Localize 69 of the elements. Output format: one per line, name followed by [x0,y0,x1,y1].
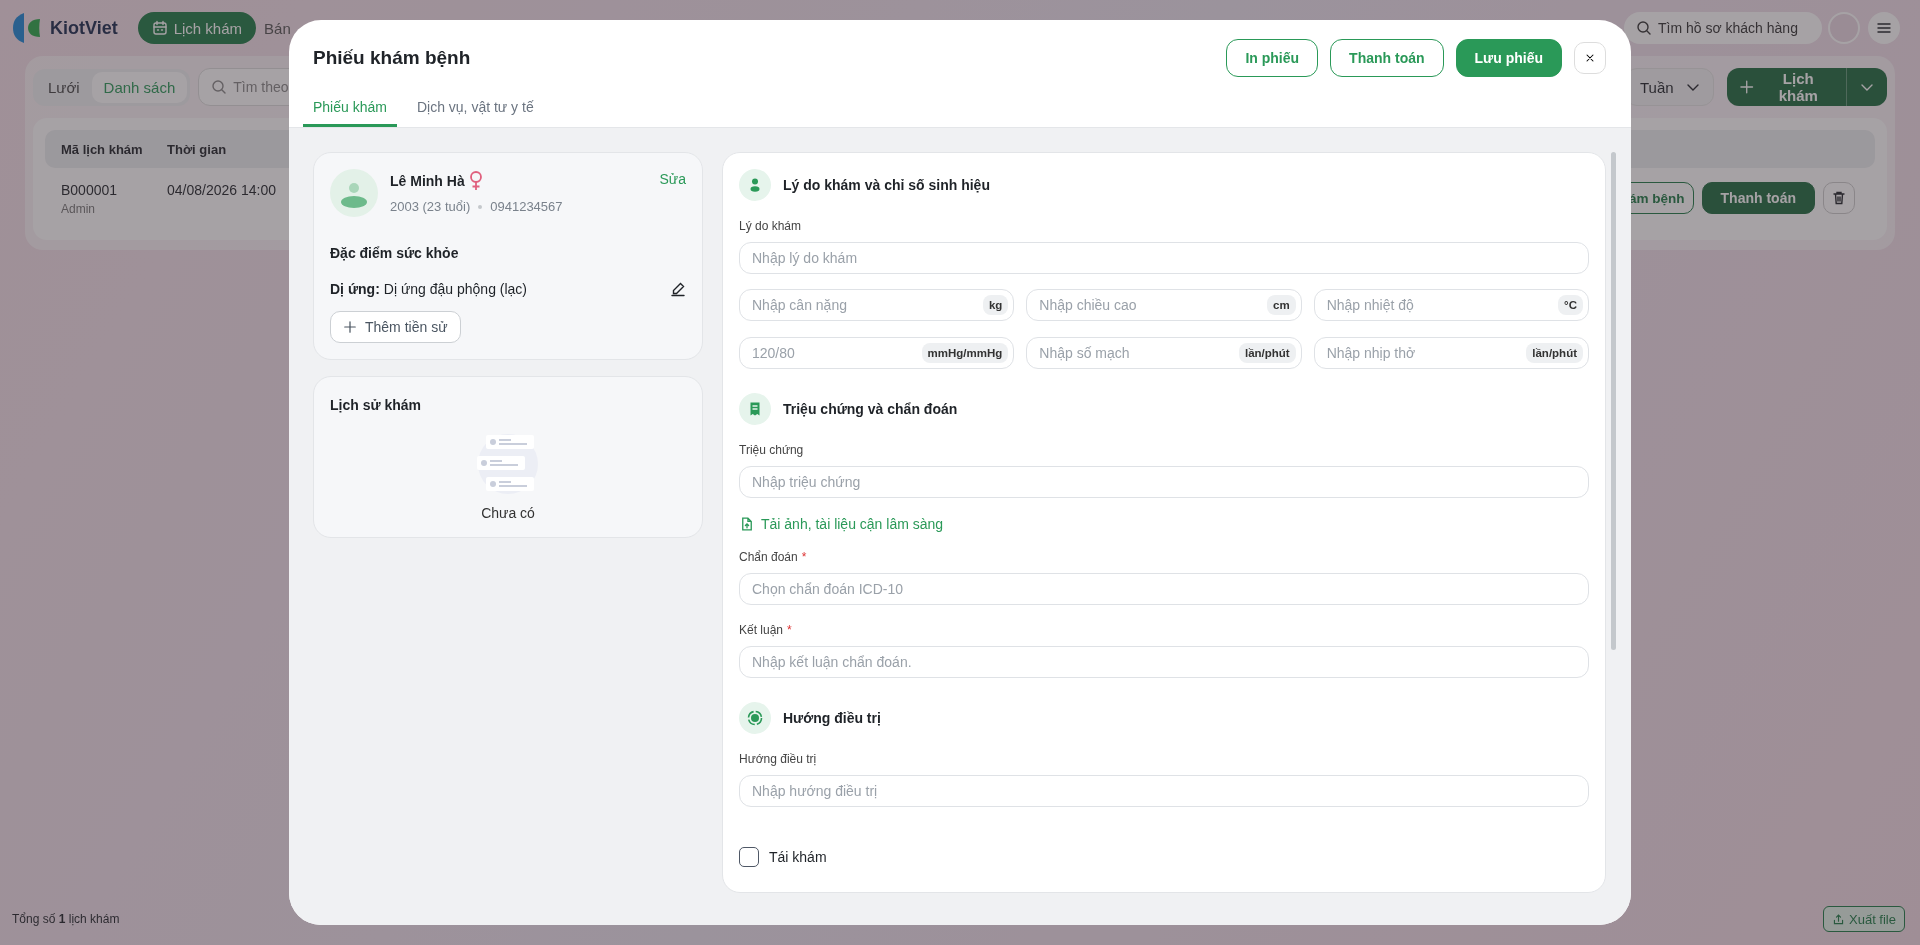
column-header: Mã lịch khám [61,141,144,157]
row-action-button[interactable]: Thanh toán [1701,182,1815,214]
customer-search-field[interactable]: Tìm hồ sơ khách hàng [1624,12,1822,44]
edit-link[interactable]: Sửa [659,171,686,187]
pencil-icon [670,281,686,297]
delete-button[interactable] [1823,182,1855,214]
dialog-tab[interactable]: Dịch vụ, vật tư y tế [406,89,544,127]
section-title: Hướng điều trị [783,710,881,726]
export-icon [1832,912,1845,926]
section-title: Đặc điểm sức khỏe [330,245,460,261]
dialog-action-button[interactable]: In phiếu [1226,38,1319,77]
upload-link[interactable]: Tải ảnh, tài liệu cận lâm sàng [739,516,944,532]
plus-icon [1739,79,1755,95]
section-title: Lịch sử khám [330,397,423,413]
text-input[interactable]: Nhập kết luận chẩn đoán. [739,646,1589,678]
search-icon [211,79,228,95]
search-icon [1636,20,1652,36]
checkbox-label: Tái khám [769,849,827,865]
text-input[interactable]: Nhập hướng điều trị [739,775,1589,807]
nav-tab[interactable]: Lịch khám [137,12,257,44]
section-title: Triệu chứng và chẩn đoán [783,401,958,417]
view-toggle-option[interactable]: Danh sách [91,71,188,103]
menu-icon [1876,20,1892,36]
table-cell: 04/08/2026 14:00 [167,182,276,198]
dialog-action-button[interactable]: Lưu phiếu [1455,38,1562,77]
female-symbol-icon [468,171,483,191]
text-input[interactable]: Nhập triệu chứng [739,466,1589,498]
column-header: Thời gian [167,141,227,157]
empty-state-text: Chưa có [481,505,535,521]
file-upload-icon [739,516,755,532]
field-label: Hướng điều trị [739,752,817,766]
required-mark: * [787,623,792,637]
patient-birth-year: 2003 (23 tuổi) [390,199,471,214]
field-label: Lý do khám [739,219,802,233]
patient-phone: 0941234567 [490,199,563,214]
field-label: Chẩn đoán [739,550,798,564]
scrollbar[interactable] [1611,152,1616,650]
table-cell-text: B000001 [61,182,119,198]
nav-tab[interactable]: Bán [264,12,291,44]
target-icon [739,702,771,734]
allergy-text: Dị ứng: Dị ứng đậu phộng (lạc) [330,281,528,297]
export-button[interactable]: Xuất file [1823,906,1905,932]
field-label: Triệu chứng [739,443,804,457]
menu-button[interactable] [1868,12,1900,44]
patient-name: Lê Minh Hà [390,173,465,189]
field-label: Kết luận [739,623,784,637]
document-icon [739,393,771,425]
add-history-button[interactable]: Thêm tiền sử [330,311,461,343]
unit-label: mmHg/mmHg [921,343,1009,363]
trash-icon [1831,190,1847,206]
plus-icon [343,320,357,334]
person-icon [739,169,771,201]
unit-label: cm [1267,295,1296,315]
text-input[interactable]: Chọn chẩn đoán ICD-10 [739,573,1589,605]
table-cell-text: Admin [61,202,96,216]
view-toggle-option[interactable]: Lưới [36,71,92,103]
required-mark: * [801,550,807,564]
section-title: Lý do khám và chỉ số sinh hiệu [783,177,990,193]
logo-text: KiotViet [50,17,118,39]
avatar-icon [330,169,378,217]
unit-label: °C [1558,295,1583,315]
checkbox[interactable] [739,847,759,867]
calendar-icon [151,20,168,36]
unit-label: lần/phút [1238,343,1296,363]
dialog-action-button[interactable]: Thanh toán [1330,38,1444,77]
unit-label: lần/phút [1526,343,1583,363]
text-input[interactable]: Nhập lý do khám [739,242,1589,274]
dialog-title: Phiếu khám bệnh [313,46,471,69]
total-count-text: Tổng số 1 lịch khám [12,912,120,926]
